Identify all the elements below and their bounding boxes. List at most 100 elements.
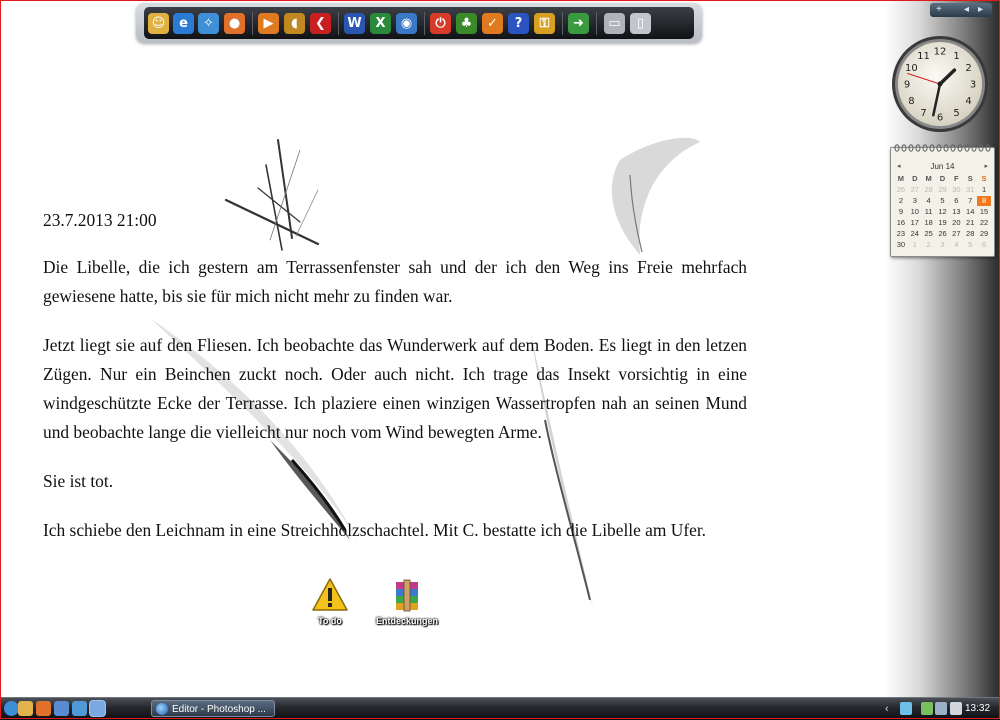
calendar-day[interactable]: 10 (908, 207, 922, 217)
warning-icon (311, 576, 349, 614)
clock-gadget[interactable]: 12 12 3 45678 9 1011 (890, 34, 990, 134)
excel-icon[interactable]: X (370, 13, 391, 34)
clock-numeral: 10 (905, 63, 918, 74)
calendar-day[interactable]: 13 (949, 207, 963, 217)
winrar-archive-icon (388, 576, 426, 614)
safari-icon[interactable]: ✧ (198, 13, 219, 34)
calendar-day[interactable]: 28 (922, 185, 936, 195)
add-gadget-button[interactable]: + (936, 3, 942, 17)
calendar-day[interactable]: 3 (936, 240, 950, 250)
calendar-day[interactable]: 14 (963, 207, 977, 217)
calendar-day[interactable]: 2 (922, 240, 936, 250)
calendar-day[interactable]: 9 (894, 207, 908, 217)
calendar-weekday: S (967, 174, 973, 183)
calendar-day[interactable]: 27 (908, 185, 922, 195)
calendar-day[interactable]: 22 (977, 218, 991, 228)
calendar-day[interactable]: 1 (908, 240, 922, 250)
sidebar-prev-button[interactable]: ◂ (964, 3, 969, 17)
desktop-icon-todo[interactable]: To do (295, 576, 365, 626)
app-active-icon[interactable] (90, 701, 105, 716)
window-icon[interactable] (54, 701, 69, 716)
sync-arrow-icon[interactable]: ➜ (568, 13, 589, 34)
taskbar-clock[interactable]: 13:32 (965, 698, 990, 720)
calendar-day[interactable]: 6 (949, 196, 963, 206)
globe-icon[interactable] (72, 701, 87, 716)
volume-tray-icon[interactable] (950, 702, 962, 715)
calendar-day[interactable]: 12 (936, 207, 950, 217)
calendar-day[interactable]: 4 (922, 196, 936, 206)
calendar-day[interactable]: 27 (949, 229, 963, 239)
calendar-day[interactable]: 24 (908, 229, 922, 239)
calendar-gadget[interactable]: ◂ Jun 14 ▸ M D M D F S S 26 27 28 29 30 31 1 2 3 4 5 6 7 8 9 1… (890, 144, 995, 257)
task-button-editor[interactable]: Editor - Photoshop ... (151, 700, 275, 717)
camera-icon[interactable]: ◉ (396, 13, 417, 34)
calendar-day[interactable]: 19 (936, 218, 950, 228)
network-tray-icon[interactable] (900, 702, 912, 715)
calendar-day[interactable]: 1 (977, 185, 991, 195)
internet-explorer-icon[interactable]: e (173, 13, 194, 34)
clock-numeral: 1 (953, 51, 959, 62)
calendar-day[interactable]: 29 (977, 229, 991, 239)
sidebar-next-button[interactable]: ▸ (978, 3, 983, 17)
calendar-day[interactable]: 16 (894, 218, 908, 228)
calendar-rings (894, 144, 991, 152)
calendar-day[interactable]: 15 (977, 207, 991, 217)
battery-tray-icon[interactable] (921, 702, 933, 715)
media-player-icon[interactable]: ▶ (258, 13, 279, 34)
calendar-day[interactable]: 30 (894, 240, 908, 250)
calendar-day[interactable]: 4 (949, 240, 963, 250)
calendar-day[interactable]: 5 (963, 240, 977, 250)
calendar-day[interactable]: 31 (963, 185, 977, 195)
calendar-day[interactable]: 26 (936, 229, 950, 239)
calendar-day[interactable]: 2 (894, 196, 908, 206)
calendar-day[interactable]: 17 (908, 218, 922, 228)
calendar-day[interactable]: 29 (936, 185, 950, 195)
show-hidden-icons-button[interactable]: ‹ (885, 698, 889, 720)
calendar-day[interactable]: 26 (894, 185, 908, 195)
calendar-day[interactable]: 20 (949, 218, 963, 228)
help-icon[interactable]: ? (508, 13, 529, 34)
clock-numeral: 2 (965, 63, 971, 74)
calendar-day[interactable]: 25 (922, 229, 936, 239)
clock-numeral: 11 (917, 51, 930, 62)
document-date: 23.7.2013 21:00 (43, 210, 157, 230)
user-folder-icon[interactable]: ☺ (148, 13, 169, 34)
calendar-day[interactable]: 23 (894, 229, 908, 239)
clock-numeral: 6 (937, 113, 943, 124)
firefox-taskbar-icon[interactable] (36, 701, 51, 716)
desktop-icon-entdeckungen[interactable]: Entdeckungen (372, 576, 442, 626)
calendar-day[interactable]: 21 (963, 218, 977, 228)
paragraph-3: Sie ist tot. (43, 471, 114, 491)
calendar-day[interactable]: 6 (977, 240, 991, 250)
clock-numeral: 7 (920, 108, 926, 119)
checkmark-icon[interactable]: ✓ (482, 13, 503, 34)
calendar-day[interactable]: 18 (922, 218, 936, 228)
tree-icon[interactable]: ♣ (456, 13, 477, 34)
speaker-icon[interactable]: ◖ (284, 13, 305, 34)
firefox-icon[interactable]: ● (224, 13, 245, 34)
calendar-weekday: M (897, 174, 905, 183)
calendar-day[interactable]: 28 (963, 229, 977, 239)
calendar-next-button[interactable]: ▸ (984, 162, 988, 170)
key-icon[interactable]: ⚿ (534, 13, 555, 34)
calendar-day[interactable]: 30 (949, 185, 963, 195)
recycle-bin-icon[interactable]: ▯ (630, 13, 651, 34)
calendar-day[interactable]: 11 (922, 207, 936, 217)
toolbar-separator (424, 12, 425, 35)
calendar-day[interactable]: 7 (963, 196, 977, 206)
clock-numeral: 9 (904, 80, 910, 91)
start-orb-icon[interactable] (4, 701, 19, 716)
projector-icon[interactable]: ▭ (604, 13, 625, 34)
red-arrow-icon[interactable]: ❮ (310, 13, 331, 34)
explorer-icon[interactable] (18, 701, 33, 716)
power-icon[interactable]: ⏻ (430, 13, 451, 34)
monitor-tray-icon[interactable] (935, 702, 947, 715)
task-button-label: Editor - Photoshop ... (172, 704, 266, 715)
calendar-weekday: S (981, 174, 987, 183)
clock-numeral: 8 (908, 96, 914, 107)
calendar-day[interactable]: 5 (936, 196, 950, 206)
calendar-today[interactable]: 8 (977, 196, 991, 206)
word-icon[interactable]: W (344, 13, 365, 34)
calendar-day[interactable]: 3 (908, 196, 922, 206)
toolbar-separator (252, 12, 253, 35)
